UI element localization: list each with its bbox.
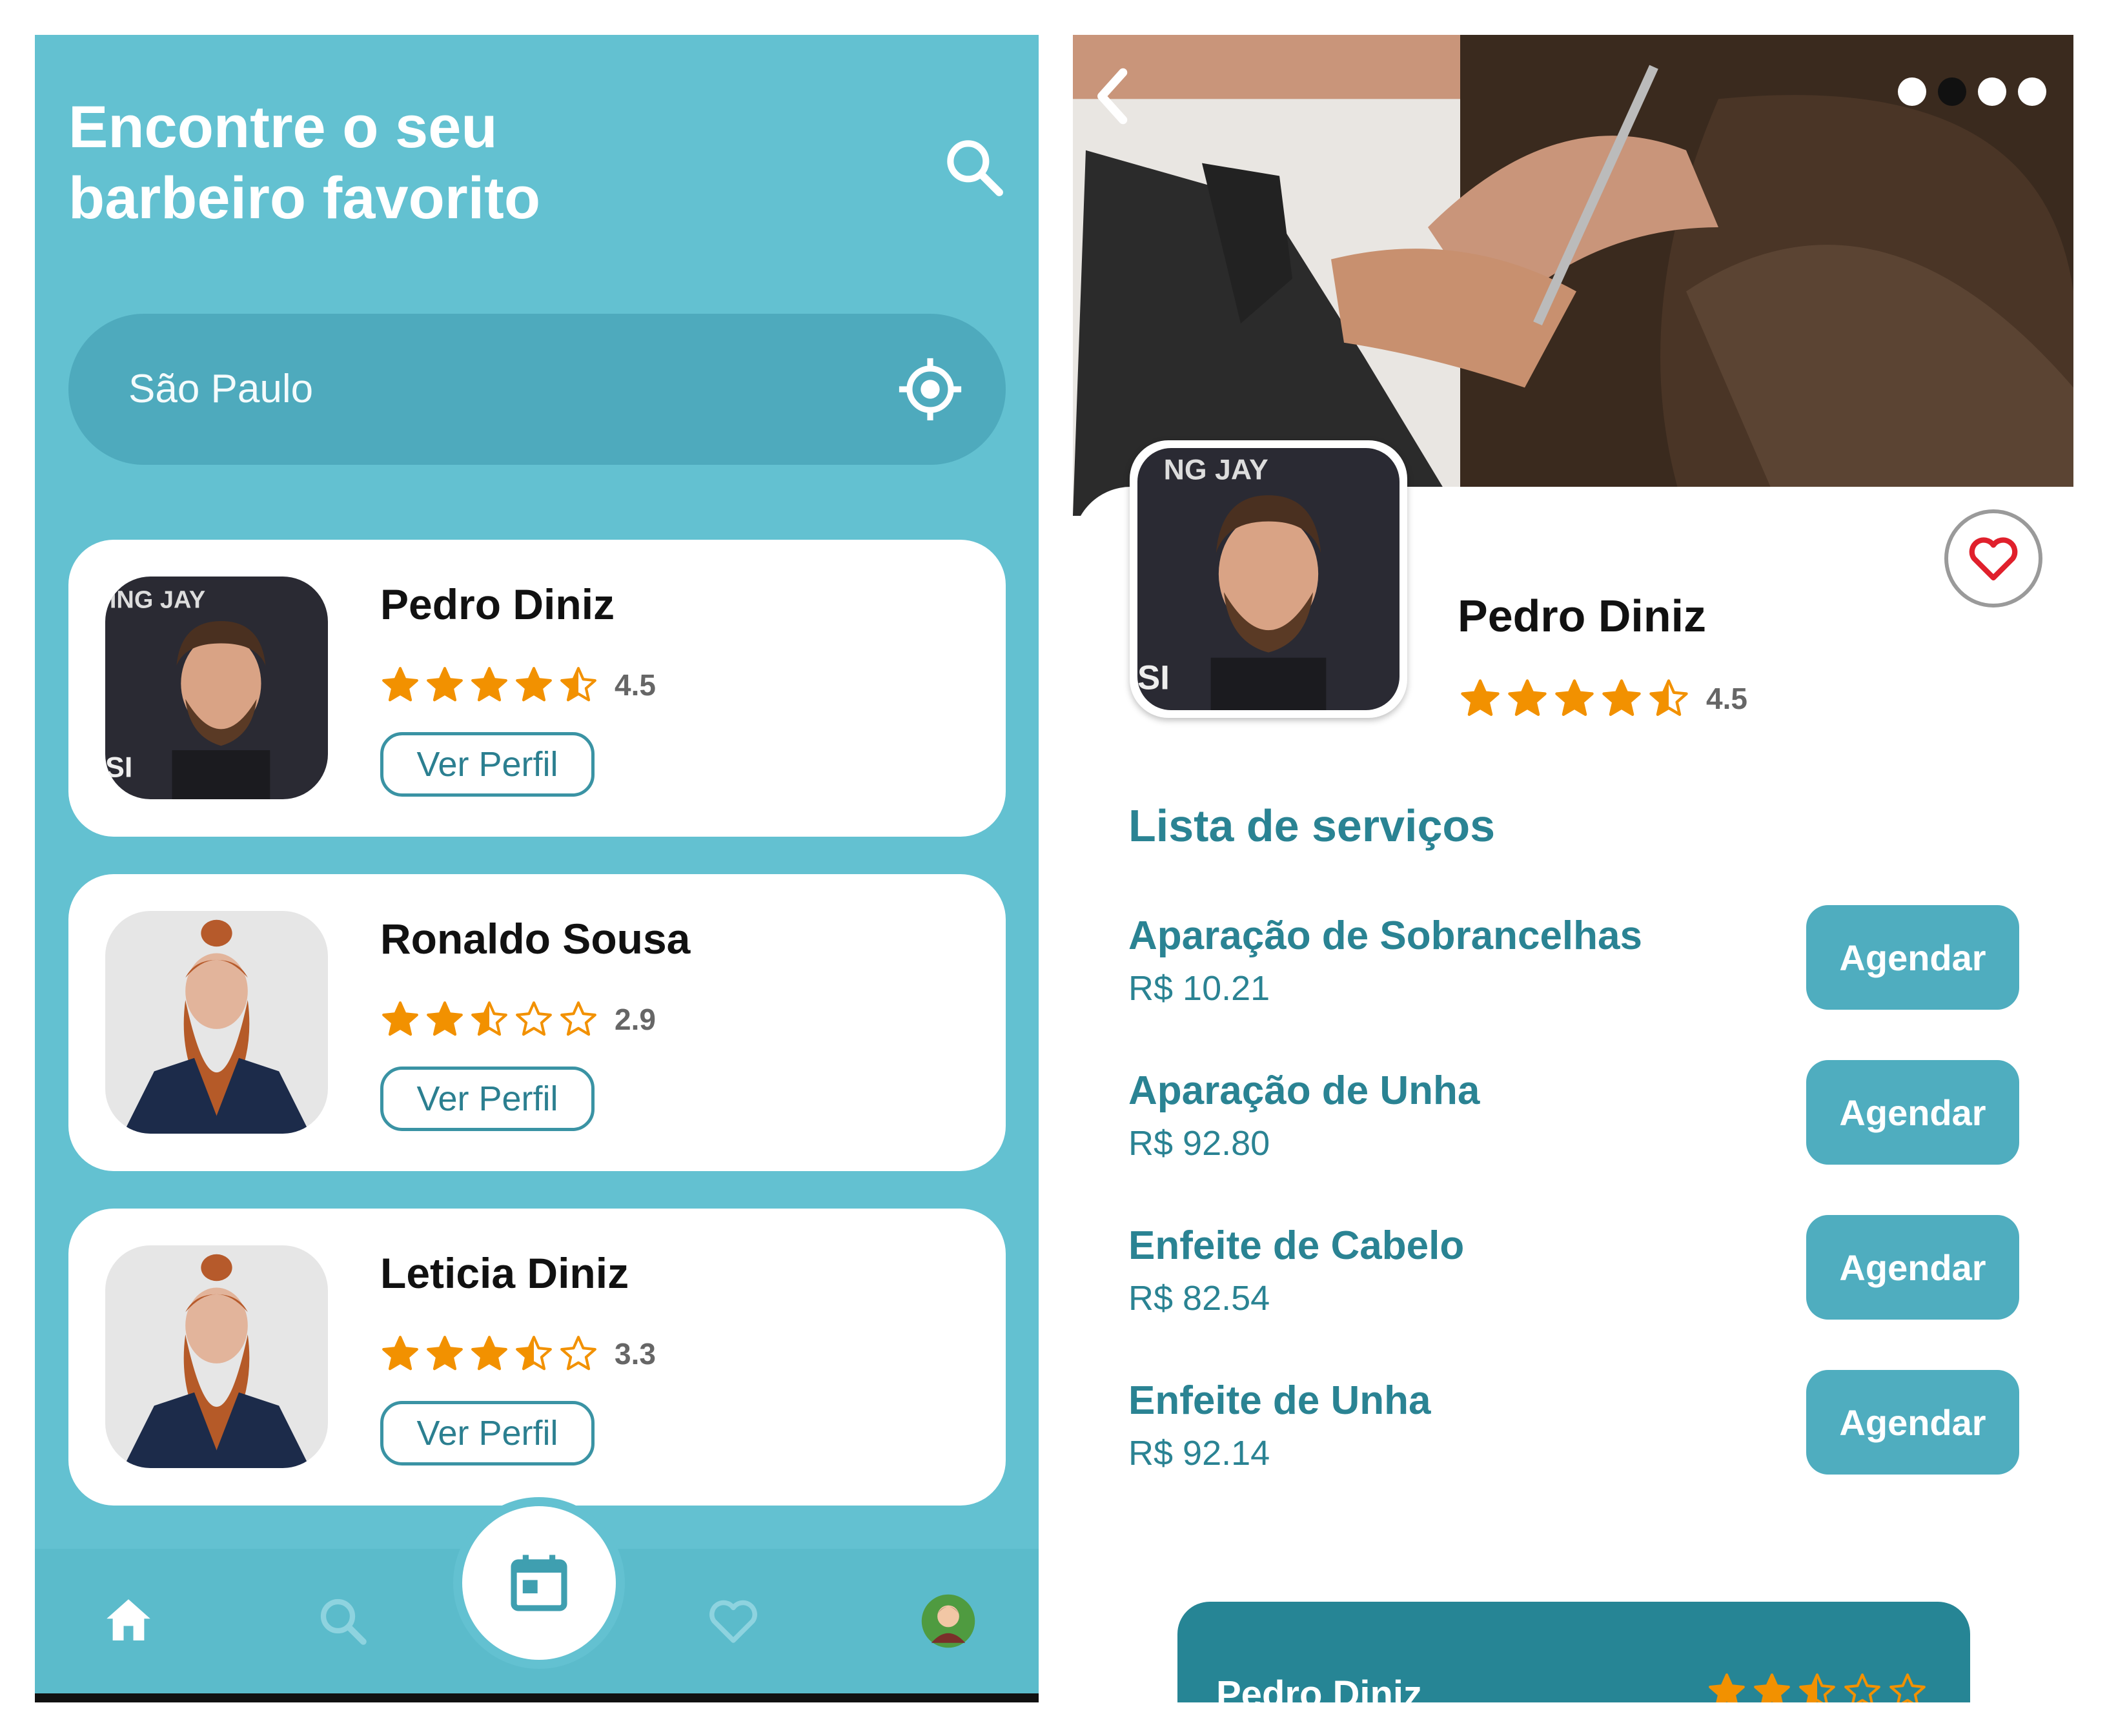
- carousel-dot[interactable]: [1978, 77, 2006, 106]
- service-price: R$ 10.21: [1128, 969, 1270, 1008]
- carousel-dots: [1898, 77, 2046, 106]
- star-full-icon: [471, 667, 507, 702]
- barber-photo: ING JAY SI: [105, 577, 328, 799]
- star-full-icon: [427, 667, 463, 702]
- page-title: Encontre o seu barbeiro favorito: [68, 94, 541, 231]
- service-item: Enfeite de Cabelo R$ 82.54 Agendar: [1128, 1215, 2032, 1333]
- profile-photo: NG JAY SI: [1137, 448, 1400, 710]
- view-profile-button[interactable]: Ver Perfil: [380, 1067, 595, 1131]
- rating-stars: 2.9: [380, 997, 656, 1042]
- star-full-icon: [1508, 679, 1547, 716]
- bottom-edge: [35, 1693, 1039, 1702]
- gps-target-icon[interactable]: [895, 354, 966, 425]
- star-full-icon: [382, 1336, 418, 1371]
- carousel-dot[interactable]: [2018, 77, 2046, 106]
- barber-card: ING JAY SI Pedro Diniz 4.5 Ver Perfil: [68, 540, 1006, 837]
- star-full-icon: [382, 667, 418, 702]
- home-icon[interactable]: [99, 1592, 158, 1650]
- rating-value: 4.5: [615, 668, 656, 702]
- barber-name: Leticia Diniz: [380, 1249, 629, 1297]
- svg-text:SI: SI: [1137, 659, 1170, 697]
- service-item: Aparação de Sobrancelhas R$ 10.21 Agenda…: [1128, 905, 2032, 1023]
- svg-text:ING JAY: ING JAY: [110, 586, 205, 613]
- barber-photo: [105, 911, 328, 1134]
- star-full-icon: [427, 1336, 463, 1371]
- star-full-icon: [1709, 1673, 1745, 1702]
- service-price: R$ 92.80: [1128, 1124, 1270, 1163]
- schedule-button[interactable]: Agendar: [1806, 1370, 2019, 1475]
- location-input[interactable]: São Paulo: [68, 314, 1006, 465]
- barber-card: Leticia Diniz 3.3 Ver Perfil: [68, 1209, 1006, 1506]
- barber-name: Pedro Diniz: [1458, 591, 1707, 641]
- service-price: R$ 92.14: [1128, 1434, 1270, 1473]
- barber-photo: [105, 1245, 328, 1468]
- star-full-icon: [1461, 679, 1500, 716]
- star-full-icon: [382, 1001, 418, 1036]
- favorite-button[interactable]: [1944, 509, 2042, 608]
- star-half-icon: [560, 667, 596, 702]
- view-profile-button[interactable]: Ver Perfil: [380, 732, 595, 797]
- barber-card: Ronaldo Sousa 2.9 Ver Perfil: [68, 874, 1006, 1171]
- barber-profile-screen: NG JAY SI Pedro Diniz 4.5 Lista de servi…: [1073, 35, 2073, 1702]
- location-value: São Paulo: [128, 367, 314, 411]
- star-full-icon: [1555, 679, 1594, 716]
- star-empty-icon: [560, 1336, 596, 1371]
- heart-icon: [1969, 537, 2018, 581]
- calendar-icon: [511, 1555, 567, 1611]
- review-card: Pedro Diniz: [1177, 1602, 1970, 1702]
- schedule-button[interactable]: Agendar: [1806, 1060, 2019, 1165]
- star-full-icon: [516, 667, 552, 702]
- search-icon[interactable]: [939, 132, 1010, 203]
- review-card-name: Pedro Diniz: [1216, 1673, 1423, 1702]
- service-price: R$ 82.54: [1128, 1279, 1270, 1318]
- schedule-button[interactable]: Agendar: [1806, 1215, 2019, 1320]
- barber-name: Pedro Diniz: [380, 580, 615, 628]
- carousel-dot[interactable]: [1938, 77, 1966, 106]
- barber-name: Ronaldo Sousa: [380, 915, 691, 963]
- schedule-button[interactable]: Agendar: [1806, 905, 2019, 1010]
- star-half-icon: [1649, 679, 1688, 716]
- service-name: Aparação de Unha: [1128, 1068, 1480, 1113]
- rating-stars: 4.5: [380, 662, 656, 708]
- star-half-icon: [516, 1336, 552, 1371]
- star-half-icon: [1799, 1673, 1835, 1702]
- star-empty-icon: [1844, 1673, 1880, 1702]
- rating-stars: 4.5: [1459, 674, 1747, 723]
- heart-icon[interactable]: [704, 1592, 762, 1650]
- carousel-dot[interactable]: [1898, 77, 1926, 106]
- star-half-icon: [471, 1001, 507, 1036]
- star-empty-icon: [516, 1001, 552, 1036]
- rating-stars: 3.3: [380, 1331, 656, 1376]
- star-empty-icon: [560, 1001, 596, 1036]
- service-item: Enfeite de Unha R$ 92.14 Agendar: [1128, 1370, 2032, 1487]
- calendar-button[interactable]: [462, 1506, 616, 1660]
- service-name: Aparação de Sobrancelhas: [1128, 914, 1642, 958]
- star-full-icon: [1754, 1673, 1790, 1702]
- service-name: Enfeite de Unha: [1128, 1378, 1431, 1423]
- star-full-icon: [427, 1001, 463, 1036]
- svg-text:NG JAY: NG JAY: [1164, 454, 1268, 486]
- services-title: Lista de serviços: [1128, 801, 1496, 851]
- service-item: Aparação de Unha R$ 92.80 Agendar: [1128, 1060, 2032, 1178]
- barber-list-screen: Encontre o seu barbeiro favorito São Pau…: [35, 35, 1039, 1702]
- rating-value: 2.9: [615, 1003, 656, 1036]
- search-icon[interactable]: [314, 1592, 372, 1650]
- svg-text:SI: SI: [105, 751, 132, 784]
- star-empty-icon: [1889, 1673, 1926, 1702]
- rating-value: 3.3: [615, 1337, 656, 1371]
- avatar[interactable]: [919, 1592, 977, 1650]
- star-full-icon: [1602, 679, 1641, 716]
- view-profile-button[interactable]: Ver Perfil: [380, 1401, 595, 1465]
- back-arrow-icon[interactable]: [1084, 61, 1143, 132]
- star-full-icon: [471, 1336, 507, 1371]
- service-name: Enfeite de Cabelo: [1128, 1223, 1465, 1268]
- rating-value: 4.5: [1706, 682, 1747, 715]
- rating-stars: [1707, 1671, 1933, 1702]
